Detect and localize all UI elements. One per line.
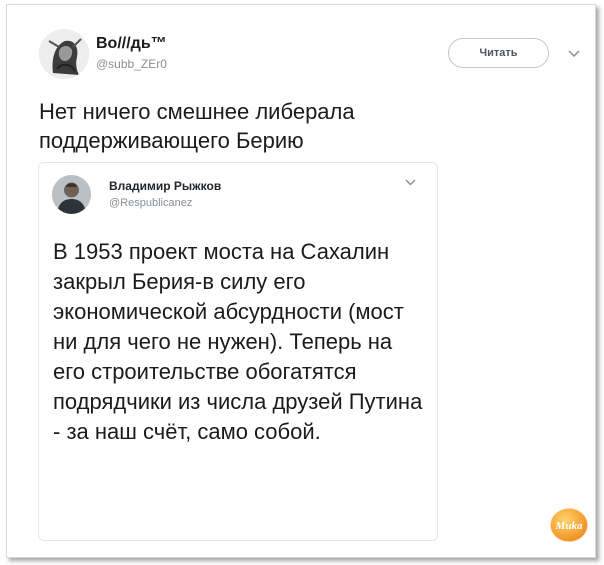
chevron-down-icon[interactable] bbox=[404, 176, 417, 189]
quoted-author-avatar-image bbox=[52, 175, 91, 214]
quoted-author-avatar[interactable] bbox=[52, 175, 91, 214]
tweet-card: Во///дь™ @subb_ZEr0 Читать Нет ничего см… bbox=[6, 4, 596, 558]
quoted-author-handle[interactable]: @Respublicanez bbox=[109, 197, 192, 209]
quoted-tweet[interactable]: Владимир Рыжков @Respublicanez В 1953 пр… bbox=[38, 162, 438, 541]
author-avatar-image bbox=[39, 29, 89, 79]
quoted-author-name[interactable]: Владимир Рыжков bbox=[109, 179, 221, 193]
tweet-text: Нет ничего смешнее либерала поддерживающ… bbox=[39, 99, 355, 153]
watermark-logo: Muka bbox=[549, 507, 589, 543]
author-name[interactable]: Во///дь™ bbox=[96, 35, 167, 53]
author-handle[interactable]: @subb_ZEr0 bbox=[96, 57, 167, 71]
svg-text:Muka: Muka bbox=[555, 520, 583, 532]
author-avatar[interactable] bbox=[39, 29, 89, 79]
follow-button[interactable]: Читать bbox=[448, 38, 549, 68]
chevron-down-icon[interactable] bbox=[567, 47, 581, 61]
quoted-tweet-text: В 1953 проект моста на Сахалин закрыл Бе… bbox=[53, 239, 423, 444]
